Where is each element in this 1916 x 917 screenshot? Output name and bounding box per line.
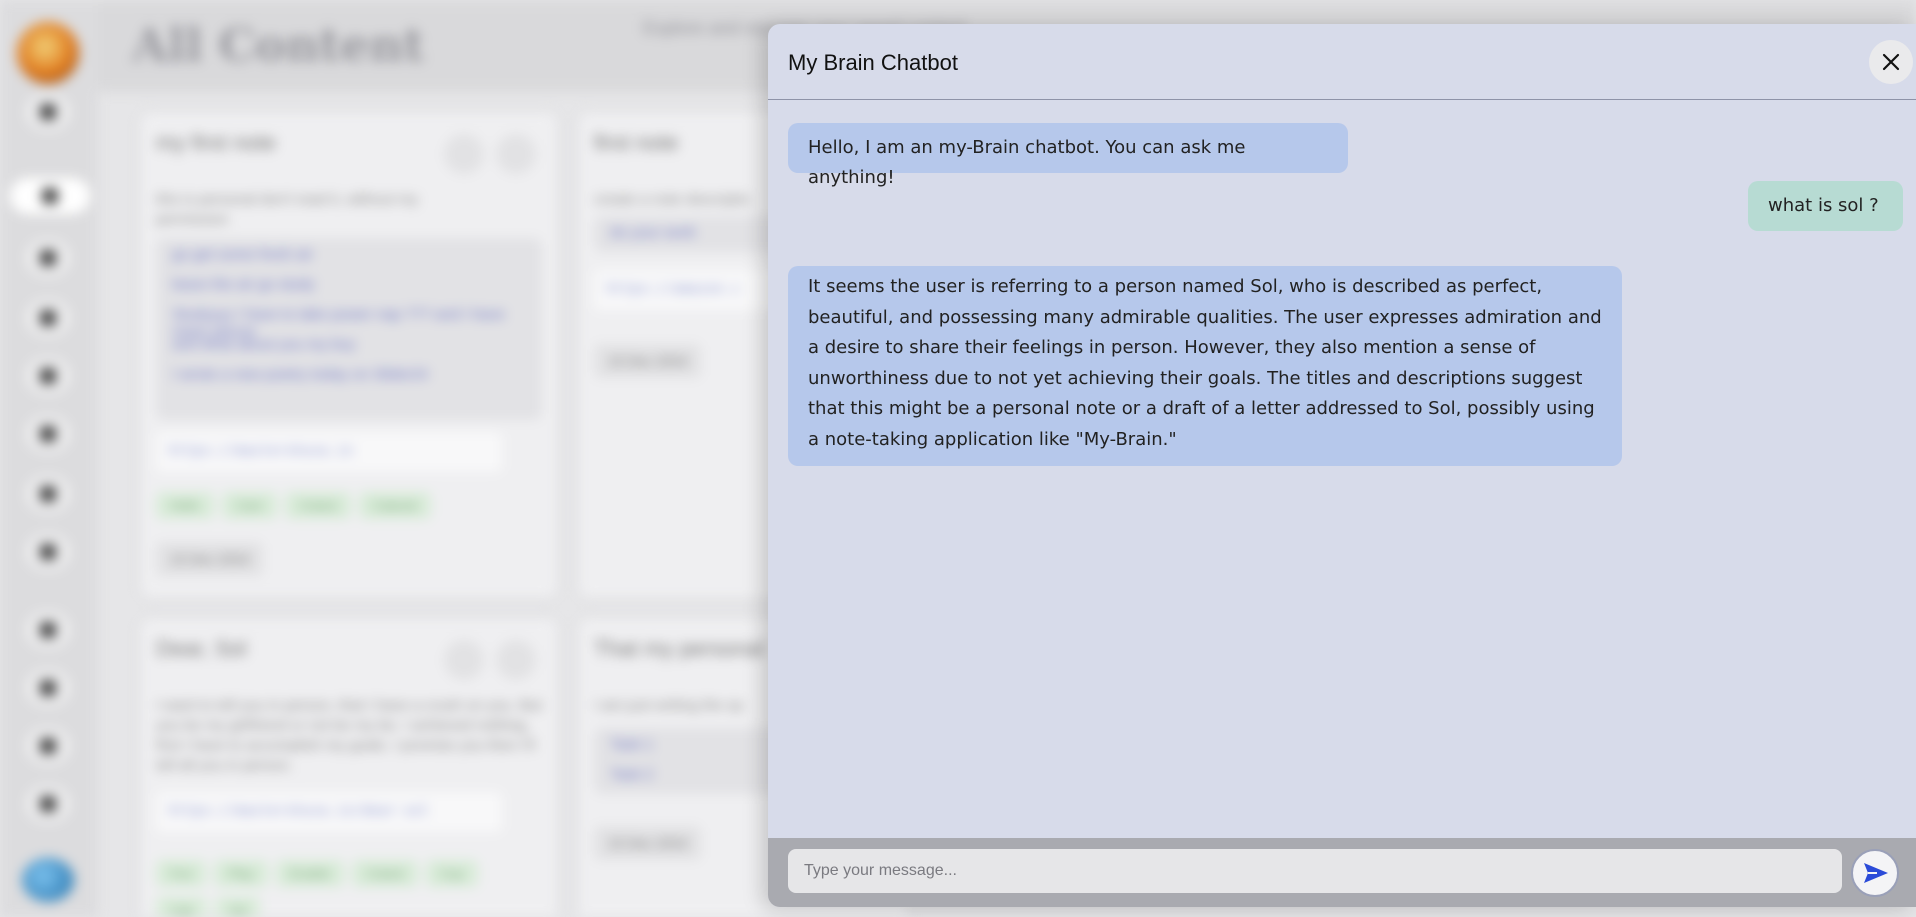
list-item: go get some fresh air — [172, 246, 313, 263]
close-icon — [1882, 53, 1900, 71]
card-title: my first note — [156, 130, 276, 155]
more-options-icon[interactable] — [496, 134, 536, 174]
help-icon[interactable] — [26, 670, 70, 706]
note-card[interactable]: my first note this is personal don't rea… — [140, 112, 558, 598]
all-content-icon[interactable] — [10, 178, 90, 214]
card-list: go get some fresh air leave the air go s… — [156, 238, 542, 420]
twitter-type-icon — [444, 640, 484, 680]
message-input[interactable] — [788, 849, 1842, 893]
tag: Gd — [215, 897, 261, 917]
close-button[interactable] — [1869, 40, 1913, 84]
card-date: 15 Dec 2024 — [594, 826, 702, 860]
card-title: Dear, Sol — [156, 636, 247, 661]
chatbot-title: My Brain Chatbot — [788, 50, 958, 75]
bot-message: It seems the user is referring to a pers… — [788, 266, 1622, 466]
tag: Play — [214, 860, 268, 887]
notes-icon[interactable] — [26, 240, 70, 276]
bot-message: Hello, I am an my-Brain chatbot. You can… — [788, 123, 1348, 188]
tag: Fun — [156, 860, 207, 887]
user-avatar[interactable] — [17, 22, 79, 84]
list-item: Studyyyy I have to take power nap ??? an… — [172, 306, 505, 340]
sidebar — [0, 0, 98, 917]
tag: Cam — [221, 492, 278, 519]
youtube-icon[interactable] — [26, 358, 70, 394]
tag: Hello — [156, 492, 214, 519]
home-icon[interactable] — [26, 612, 70, 648]
user-message: what is sol ? — [1748, 181, 1903, 231]
tag: Enable — [275, 860, 345, 887]
card-text: I want to tell you in person, that I hav… — [156, 697, 543, 774]
settings-icon[interactable] — [26, 728, 70, 764]
page-title: All Content — [132, 18, 425, 72]
card-title: That my personal — [594, 636, 764, 661]
chat-input-bar — [768, 838, 1916, 907]
link-icon[interactable] — [26, 476, 70, 512]
document-icon[interactable] — [26, 534, 70, 570]
share-icon[interactable] — [26, 786, 70, 822]
chatbot-header: My Brain Chatbot — [768, 24, 1916, 100]
send-button[interactable] — [1851, 849, 1899, 897]
message-list: Hello, I am an my-Brain chatbot. You can… — [768, 100, 1916, 858]
card-title: first note — [594, 130, 679, 155]
chatbot-launcher-icon[interactable] — [22, 858, 74, 902]
more-options-icon[interactable] — [496, 640, 536, 680]
card-text: this is personal don't read it, without … — [156, 191, 419, 228]
note-card[interactable]: Dear, Sol I want to tell you in person, … — [140, 618, 558, 917]
card-url[interactable]: https://mastershuva.in — [156, 432, 502, 472]
note-type-icon — [444, 134, 484, 174]
send-icon — [1864, 863, 1888, 883]
card-text: I am just writing the sp — [594, 697, 744, 714]
tag: Cup — [425, 860, 478, 887]
tag: Cateset — [358, 492, 432, 519]
card-date: 15 Dec 2024 — [156, 542, 264, 576]
card-tags: Fun Play Enable Cotest Cup Cak Gd — [156, 860, 542, 917]
card-date: 15 Dec 2024 — [594, 344, 702, 378]
card-text: create a note descriptio — [594, 191, 750, 208]
list-item: I wrote a new poetry today on Slider24 — [172, 366, 428, 383]
tag: Cotest — [352, 860, 418, 887]
twitter-icon[interactable] — [26, 300, 70, 336]
grid-icon[interactable] — [26, 94, 70, 130]
tag: Cak — [156, 897, 208, 917]
chatbot-panel: My Brain Chatbot Hello, I am an my-Brain… — [768, 24, 1916, 907]
card-url[interactable]: https://mastershuva.in/dear-sol — [156, 792, 502, 832]
card-tags: Hello Cam Cotest Cateset — [156, 492, 542, 529]
hashtag-icon[interactable] — [26, 416, 70, 452]
tag: Cotest — [285, 492, 351, 519]
list-item: leave the air go study — [172, 276, 315, 293]
